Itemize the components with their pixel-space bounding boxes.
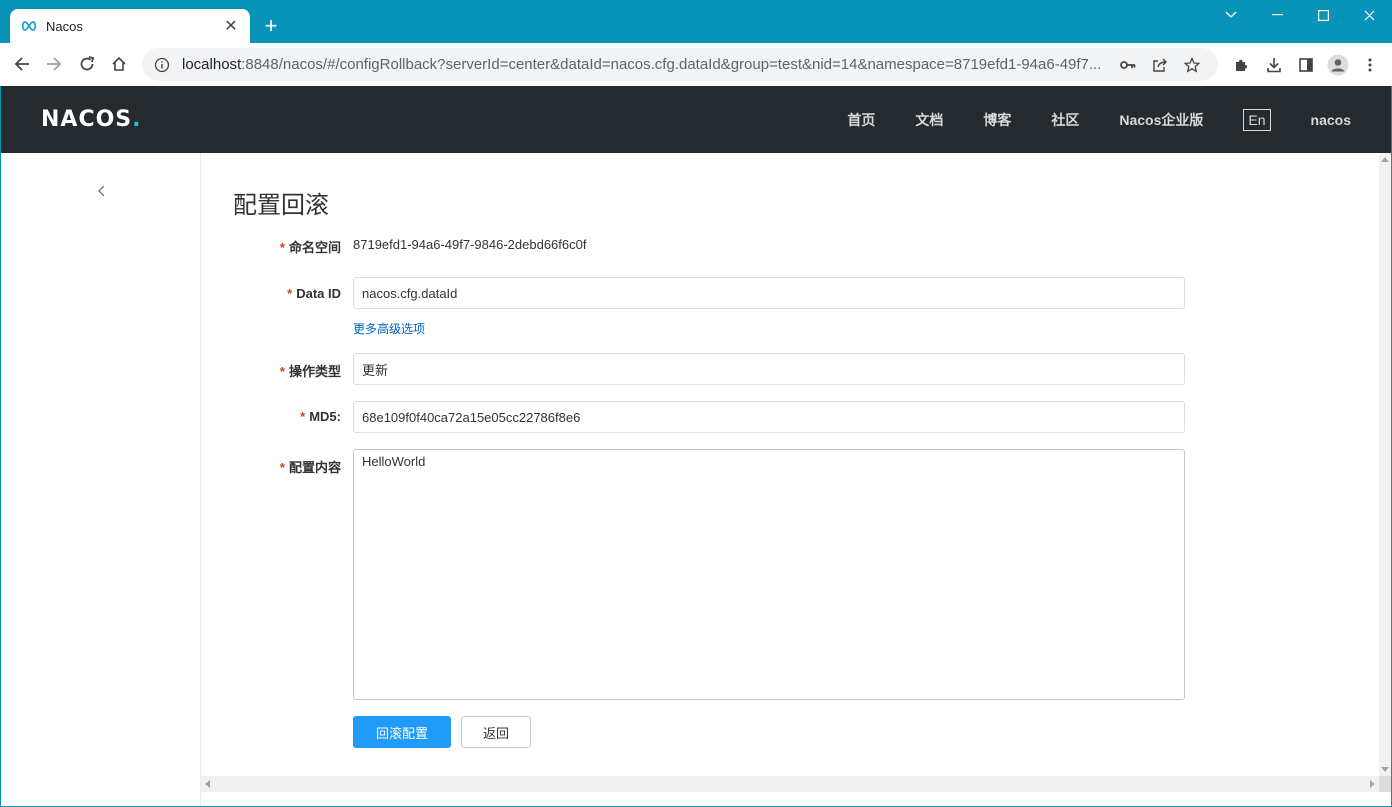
top-nav: 首页 文档 博客 社区 Nacos企业版 En nacos <box>847 86 1391 153</box>
page-body: 配置回滚 * 命名空间 8719efd1-94a6-49f7-9846-2debd… <box>1 153 1391 806</box>
page-title: 配置回滚 <box>233 191 329 219</box>
profile-avatar-icon[interactable] <box>1322 49 1354 81</box>
content-textarea[interactable]: HelloWorld <box>353 449 1185 700</box>
address-bar[interactable]: localhost:8848/nacos/#/configRollback?se… <box>142 48 1218 81</box>
nav-blog[interactable]: 博客 <box>983 110 1011 130</box>
nacos-logo[interactable]: NACOS. <box>41 104 142 134</box>
chevron-left-icon[interactable] <box>93 181 109 201</box>
scroll-left-icon[interactable] <box>205 780 210 788</box>
namespace-value: 8719efd1-94a6-49f7-9846-2debd66f6c0f <box>353 237 587 252</box>
scroll-up-icon[interactable] <box>1381 157 1389 162</box>
minimize-icon[interactable] <box>1254 0 1300 30</box>
maximize-icon[interactable] <box>1300 0 1346 30</box>
nav-docs[interactable]: 文档 <box>915 110 943 130</box>
share-icon[interactable] <box>1144 51 1176 79</box>
bookmark-star-icon[interactable] <box>1176 51 1208 79</box>
tab-search-icon[interactable] <box>1208 0 1254 30</box>
operation-type-label: * 操作类型 <box>279 364 341 379</box>
vertical-scrollbar[interactable] <box>1379 153 1391 776</box>
horizontal-scrollbar[interactable] <box>201 776 1379 792</box>
tab-title: Nacos <box>46 18 83 34</box>
download-icon[interactable] <box>1258 49 1290 81</box>
md5-input[interactable]: 68e109f0f40ca72a15e05cc22786f8e6 <box>353 401 1185 433</box>
site-info-icon[interactable] <box>152 55 172 75</box>
md5-label: * MD5: <box>300 409 341 424</box>
window-close-icon[interactable] <box>1346 0 1392 30</box>
back-button[interactable]: 返回 <box>461 716 531 748</box>
language-switch[interactable]: En <box>1243 108 1271 131</box>
forward-arrow-icon[interactable] <box>38 48 70 80</box>
password-key-icon[interactable] <box>1112 51 1144 79</box>
advanced-options-link[interactable]: 更多高级选项 <box>353 320 425 337</box>
new-tab-icon[interactable]: + <box>258 13 284 39</box>
main-content: 配置回滚 * 命名空间 8719efd1-94a6-49f7-9846-2debd… <box>201 153 1379 776</box>
side-panel-icon[interactable] <box>1290 49 1322 81</box>
nav-community[interactable]: 社区 <box>1051 110 1079 130</box>
more-menu-icon[interactable] <box>1354 49 1386 81</box>
nav-enterprise[interactable]: Nacos企业版 <box>1119 110 1203 130</box>
scroll-right-icon[interactable] <box>1370 780 1375 788</box>
scroll-down-icon[interactable] <box>1381 767 1389 772</box>
content-label: * 配置内容 <box>279 460 341 475</box>
dataid-input[interactable]: nacos.cfg.dataId <box>353 277 1185 309</box>
user-menu[interactable]: nacos <box>1311 112 1351 128</box>
home-icon[interactable] <box>103 48 135 80</box>
reload-icon[interactable] <box>71 48 103 80</box>
sidebar <box>1 153 201 806</box>
nacos-favicon-icon <box>20 17 38 35</box>
namespace-label: * 命名空间 <box>279 240 341 255</box>
operation-type-input[interactable]: 更新 <box>353 353 1185 385</box>
tab-close-icon[interactable]: ✕ <box>222 17 240 35</box>
rollback-button[interactable]: 回滚配置 <box>353 716 451 748</box>
extensions-puzzle-icon[interactable] <box>1226 49 1258 81</box>
browser-tab[interactable]: Nacos ✕ <box>10 9 250 43</box>
browser-tabstrip: Nacos ✕ + <box>0 0 1392 43</box>
toolbar-right-group <box>1226 49 1386 81</box>
nav-home[interactable]: 首页 <box>847 110 875 130</box>
url-text: localhost:8848/nacos/#/configRollback?se… <box>182 56 1102 73</box>
dataid-label: * Data ID <box>287 286 341 301</box>
back-arrow-icon[interactable] <box>6 48 38 80</box>
app-header: NACOS. 首页 文档 博客 社区 Nacos企业版 En nacos <box>1 86 1391 153</box>
browser-toolbar: localhost:8848/nacos/#/configRollback?se… <box>0 43 1392 86</box>
scrollbar-corner <box>1379 776 1391 792</box>
